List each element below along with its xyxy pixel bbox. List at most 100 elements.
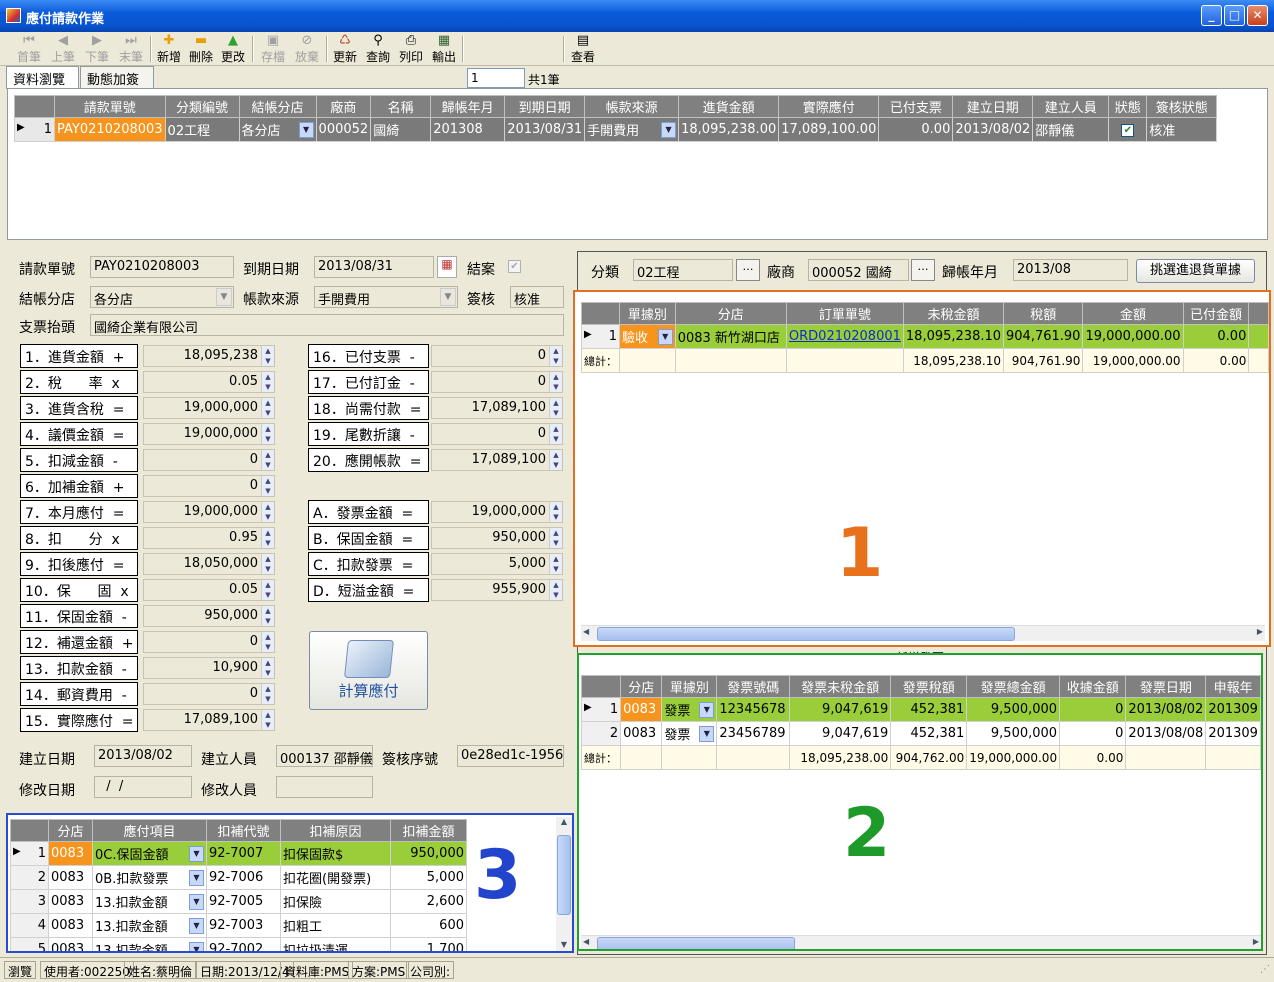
cell-payable[interactable]: 17,089,100.00: [778, 117, 880, 142]
modby-field[interactable]: [276, 776, 373, 798]
due-field[interactable]: 2013/08/31: [314, 256, 434, 278]
dropdown-icon[interactable]: ▼: [699, 702, 715, 718]
pick-documents-button[interactable]: 挑選進退貨單據: [1136, 259, 1255, 283]
calc-value-stepper[interactable]: 0 ▲ ▼: [431, 423, 563, 445]
cell-net[interactable]: 18,095,238.10: [902, 324, 1005, 349]
serial-field[interactable]: 0e28ed1c-1956-4:: [457, 745, 564, 767]
calc-value-stepper[interactable]: 5,000 ▲ ▼: [431, 553, 563, 575]
col-header[interactable]: 實際應付: [778, 95, 880, 118]
spin-arrows-icon[interactable]: ▲ ▼: [549, 372, 562, 392]
calc-value-stepper[interactable]: 19,000,000 ▲ ▼: [143, 423, 275, 445]
row-header[interactable]: ▶ 1: [10, 841, 49, 866]
cell-branch[interactable]: 0083: [48, 865, 93, 890]
dropdown-icon[interactable]: ▼: [189, 918, 204, 934]
view-button[interactable]: ▤ 查看: [566, 34, 600, 65]
calc-value-stepper[interactable]: 0 ▲ ▼: [143, 449, 275, 471]
closed-checkbox[interactable]: ✔: [508, 260, 521, 273]
cell-sign[interactable]: 核准: [1146, 117, 1218, 142]
dropdown-icon[interactable]: ▼: [657, 329, 673, 345]
table-row[interactable]: ▶ 1 0083 發票 ▼ 12345678 9,047,619 452,381 9,500,0…: [580, 697, 1261, 722]
cat-browse-button[interactable]: …: [736, 259, 760, 281]
cell-date[interactable]: 2013/08/02: [1125, 697, 1207, 722]
tab-dynamic-sign[interactable]: 動態加簽: [80, 66, 154, 88]
creator-field[interactable]: 000137 邵靜儀: [276, 745, 373, 767]
cell-branch[interactable]: 0083: [48, 889, 93, 914]
row-header[interactable]: ▶ 1: [580, 697, 622, 722]
spin-arrows-icon[interactable]: ▲ ▼: [261, 632, 274, 652]
spin-arrows-icon[interactable]: ▲ ▼: [549, 398, 562, 418]
dropdown-icon[interactable]: ▼: [189, 870, 204, 886]
col-header[interactable]: 分店: [620, 675, 663, 698]
cell-vendor[interactable]: 000052: [315, 117, 372, 142]
cell-date[interactable]: 2013/08/08: [1125, 721, 1207, 746]
table-row[interactable]: ▶ 1 0083 0C.保固金額 ▼ 92-7007 扣保固款$ 950,000: [10, 841, 467, 866]
spin-arrows-icon[interactable]: ▲ ▼: [261, 450, 274, 470]
tab-browse[interactable]: 資料瀏覽: [6, 66, 79, 89]
cell-amount[interactable]: 600: [390, 913, 467, 938]
col-header[interactable]: 金額: [1082, 302, 1184, 325]
calc-value-stepper[interactable]: 0 ▲ ▼: [431, 345, 563, 367]
row-header[interactable]: ▶ 1: [14, 117, 55, 142]
dropdown-icon[interactable]: ▼: [189, 942, 204, 951]
cell-purchase[interactable]: 18,095,238.00: [678, 117, 780, 142]
refresh-button[interactable]: ♺ 更新: [328, 34, 362, 65]
save-button[interactable]: ▣ 存檔: [256, 34, 290, 65]
cell-net[interactable]: 9,047,619: [789, 721, 892, 746]
cell-branch[interactable]: 0083: [620, 721, 663, 746]
delete-button[interactable]: ▬ 刪除: [184, 34, 218, 65]
table-row[interactable]: 5 0083 13.扣款金額 ▼ 92-7002 扣垃圾清運 1,700: [10, 937, 467, 951]
col-header[interactable]: 分店: [48, 819, 93, 842]
col-header[interactable]: 分類編號: [164, 95, 240, 118]
table-row[interactable]: ▶ 1 驗收 ▼ 0083 新竹湖口店 ORD0210208001 18,095,2…: [581, 324, 1269, 349]
cell-reason[interactable]: 扣保險: [280, 889, 391, 914]
cell-code[interactable]: 92-7002: [206, 937, 281, 951]
maximize-button[interactable]: □: [1224, 5, 1245, 26]
col-header[interactable]: 收據金額: [1059, 675, 1127, 698]
col-header[interactable]: 扣補代號: [206, 819, 281, 842]
cell-code[interactable]: 92-7007: [206, 841, 281, 866]
cell-invoice[interactable]: 12345678: [716, 697, 791, 722]
spin-arrows-icon[interactable]: ▲ ▼: [261, 554, 274, 574]
next-record-button[interactable]: ▶ 下筆: [80, 34, 114, 65]
cell-item[interactable]: 13.扣款金額 ▼: [92, 937, 207, 951]
cell-total[interactable]: 9,500,000: [966, 721, 1061, 746]
deduction-vscroll[interactable]: ▲ ▼: [556, 817, 572, 951]
cell-no[interactable]: PAY0210208003: [54, 117, 166, 142]
cell-reason[interactable]: 扣垃圾清運: [280, 937, 391, 951]
discard-button[interactable]: ⊘ 放棄: [290, 34, 324, 65]
col-header[interactable]: 單據別: [661, 675, 718, 698]
cell-type[interactable]: 發票 ▼: [661, 721, 718, 746]
created-field[interactable]: 2013/08/02: [94, 745, 192, 767]
spin-arrows-icon[interactable]: ▲ ▼: [261, 710, 274, 730]
calc-value-stepper[interactable]: 17,089,100 ▲ ▼: [431, 449, 563, 471]
spin-arrows-icon[interactable]: ▲ ▼: [261, 346, 274, 366]
cell-branch[interactable]: 0083 新竹湖口店: [674, 324, 787, 349]
resize-grip-icon[interactable]: ⋰: [1260, 964, 1270, 975]
cell-amount[interactable]: 5,000: [390, 865, 467, 890]
col-header[interactable]: 發票未稅金額: [789, 675, 892, 698]
spin-arrows-icon[interactable]: ▲ ▼: [549, 580, 562, 600]
chevron-down-icon[interactable]: ▼: [440, 288, 456, 306]
cell-order-link[interactable]: ORD0210208001: [785, 324, 904, 349]
cell-item[interactable]: 13.扣款金額 ▼: [92, 913, 207, 938]
no-field[interactable]: PAY0210208003: [90, 256, 234, 278]
dropdown-icon[interactable]: ▼: [699, 726, 715, 742]
spin-arrows-icon[interactable]: ▲ ▼: [261, 424, 274, 444]
row-header[interactable]: 3: [10, 889, 49, 914]
cell-paid[interactable]: 0.00: [878, 117, 954, 142]
calc-value-stepper[interactable]: 950,000 ▲ ▼: [431, 527, 563, 549]
spin-arrows-icon[interactable]: ▲ ▼: [261, 476, 274, 496]
calc-value-stepper[interactable]: 17,089,100 ▲ ▼: [143, 709, 275, 731]
vendor-browse-button[interactable]: …: [911, 259, 935, 281]
dropdown-icon[interactable]: ▼: [298, 122, 314, 138]
calc-value-stepper[interactable]: 0 ▲ ▼: [143, 631, 275, 653]
cell-status[interactable]: ✔: [1108, 117, 1148, 142]
calc-value-stepper[interactable]: 0 ▲ ▼: [143, 475, 275, 497]
spin-arrows-icon[interactable]: ▲ ▼: [261, 502, 274, 522]
table-row[interactable]: 3 0083 13.扣款金額 ▼ 92-7005 扣保險 2,600: [10, 889, 467, 914]
checkbox-icon[interactable]: ✔: [1121, 124, 1135, 137]
row-header[interactable]: 2: [10, 865, 49, 890]
dropdown-icon[interactable]: ▼: [661, 122, 677, 138]
col-header[interactable]: 扣補原因: [280, 819, 391, 842]
cell-net[interactable]: 9,047,619: [789, 697, 892, 722]
